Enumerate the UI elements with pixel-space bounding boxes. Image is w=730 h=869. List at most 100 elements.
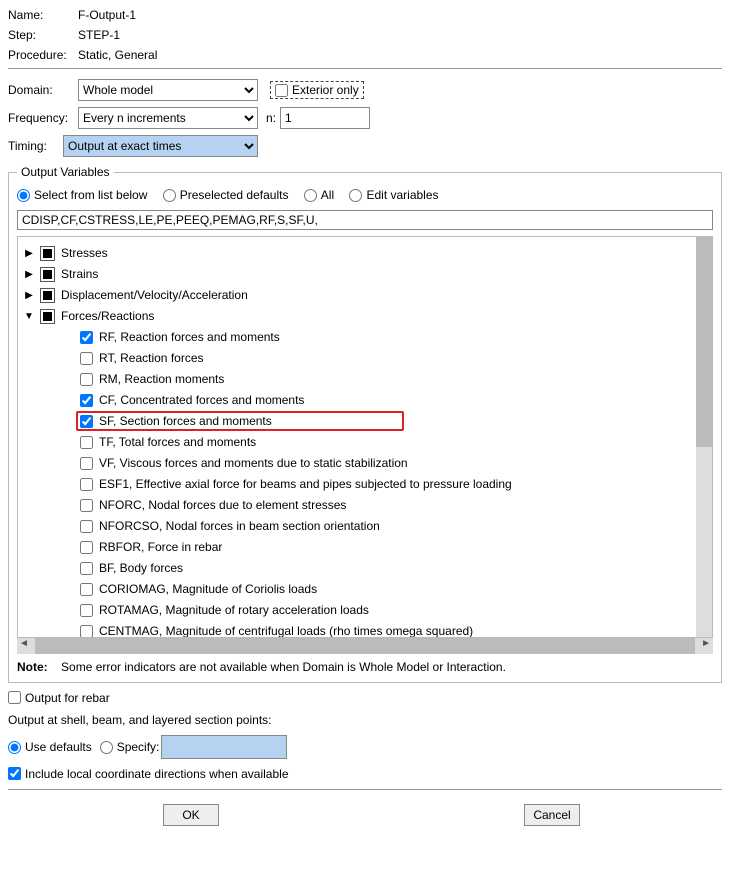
- tree-item-nforcso[interactable]: NFORCSO, Nodal forces in beam section or…: [22, 516, 692, 537]
- item-checkbox[interactable]: [80, 373, 93, 386]
- tree-item-rt[interactable]: RT, Reaction forces: [22, 348, 692, 369]
- tree-item-rotamag[interactable]: ROTAMAG, Magnitude of rotary acceleratio…: [22, 600, 692, 621]
- item-label: ROTAMAG, Magnitude of rotary acceleratio…: [99, 603, 369, 617]
- item-label: RM, Reaction moments: [99, 372, 224, 386]
- tree-label: Strains: [61, 267, 98, 281]
- tree-item-rm[interactable]: RM, Reaction moments: [22, 369, 692, 390]
- output-for-rebar-row[interactable]: Output for rebar: [8, 691, 722, 705]
- tree-stresses[interactable]: Stresses: [22, 243, 692, 264]
- tree-item-esf1[interactable]: ESF1, Effective axial force for beams an…: [22, 474, 692, 495]
- item-checkbox[interactable]: [80, 520, 93, 533]
- include-local-coord-row[interactable]: Include local coordinate directions when…: [8, 767, 722, 781]
- n-label: n:: [266, 111, 276, 125]
- note-row: Note: Some error indicators are not avai…: [17, 660, 713, 674]
- section-points-title: Output at shell, beam, and layered secti…: [8, 713, 722, 727]
- item-checkbox[interactable]: [80, 478, 93, 491]
- tree-item-cf[interactable]: CF, Concentrated forces and moments: [22, 390, 692, 411]
- tree-item-sf[interactable]: SF, Section forces and moments: [22, 411, 692, 432]
- item-label: RBFOR, Force in rebar: [99, 540, 222, 554]
- item-label: CENTMAG, Magnitude of centrifugal loads …: [99, 624, 473, 637]
- item-checkbox[interactable]: [80, 541, 93, 554]
- tree-item-vf[interactable]: VF, Viscous forces and moments due to st…: [22, 453, 692, 474]
- ok-button[interactable]: OK: [163, 804, 219, 826]
- tree-label: Stresses: [61, 246, 108, 260]
- note-label: Note:: [17, 660, 48, 674]
- tree-strains[interactable]: Strains: [22, 264, 692, 285]
- collapse-icon[interactable]: [22, 311, 36, 322]
- checkbox-indeterminate-icon[interactable]: [40, 309, 55, 324]
- item-label: RF, Reaction forces and moments: [99, 330, 280, 344]
- tree-item-rf[interactable]: RF, Reaction forces and moments: [22, 327, 692, 348]
- item-checkbox[interactable]: [80, 562, 93, 575]
- cancel-button[interactable]: Cancel: [524, 804, 580, 826]
- expand-icon[interactable]: [22, 248, 36, 259]
- checkbox-indeterminate-icon[interactable]: [40, 288, 55, 303]
- procedure-value: Static, General: [78, 48, 722, 62]
- tree-content[interactable]: Stresses Strains Displacement/Velocity/A…: [18, 237, 696, 637]
- output-variables-fieldset: Output Variables Select from list below …: [8, 165, 722, 683]
- tree-item-tf[interactable]: TF, Total forces and moments: [22, 432, 692, 453]
- expand-icon[interactable]: [22, 269, 36, 280]
- item-label: CF, Concentrated forces and moments: [99, 393, 304, 407]
- item-label: BF, Body forces: [99, 561, 183, 575]
- radio-edit[interactable]: Edit variables: [349, 188, 438, 202]
- tree-item-rbfor[interactable]: RBFOR, Force in rebar: [22, 537, 692, 558]
- expand-icon[interactable]: [22, 290, 36, 301]
- output-variables-legend: Output Variables: [17, 165, 114, 179]
- tree-item-nforc[interactable]: NFORC, Nodal forces due to element stres…: [22, 495, 692, 516]
- frequency-label: Frequency:: [8, 111, 78, 125]
- item-checkbox[interactable]: [80, 457, 93, 470]
- name-value: F-Output-1: [78, 8, 722, 22]
- item-checkbox[interactable]: [80, 415, 93, 428]
- specify-input[interactable]: [161, 735, 287, 759]
- exterior-only-checkbox[interactable]: [275, 84, 288, 97]
- button-row: OK Cancel: [8, 804, 722, 826]
- section-points-radios: Use defaults Specify:: [8, 735, 722, 759]
- tree-item-coriomag[interactable]: CORIOMAG, Magnitude of Coriolis loads: [22, 579, 692, 600]
- item-checkbox[interactable]: [80, 604, 93, 617]
- item-checkbox[interactable]: [80, 394, 93, 407]
- frequency-row: Frequency: Every n increments n:: [8, 107, 722, 129]
- item-checkbox[interactable]: [80, 625, 93, 637]
- radio-use-defaults[interactable]: Use defaults: [8, 740, 92, 754]
- radio-specify[interactable]: Specify:: [100, 740, 160, 754]
- divider-bottom: [8, 789, 722, 790]
- item-checkbox[interactable]: [80, 583, 93, 596]
- item-label: RT, Reaction forces: [99, 351, 204, 365]
- variables-string-input[interactable]: [17, 210, 713, 230]
- checkbox-indeterminate-icon[interactable]: [40, 246, 55, 261]
- timing-dropdown[interactable]: Output at exact times: [63, 135, 258, 157]
- tree-forces[interactable]: Forces/Reactions: [22, 306, 692, 327]
- item-label: ESF1, Effective axial force for beams an…: [99, 477, 512, 491]
- output-for-rebar-checkbox[interactable]: [8, 691, 21, 704]
- domain-label: Domain:: [8, 83, 78, 97]
- checkbox-indeterminate-icon[interactable]: [40, 267, 55, 282]
- note-text: Some error indicators are not available …: [61, 660, 506, 674]
- step-value: STEP-1: [78, 28, 722, 42]
- item-checkbox[interactable]: [80, 331, 93, 344]
- n-input[interactable]: [280, 107, 370, 129]
- include-local-coord-checkbox[interactable]: [8, 767, 21, 780]
- item-label: SF, Section forces and moments: [99, 414, 272, 428]
- tree-label: Displacement/Velocity/Acceleration: [61, 288, 248, 302]
- radio-select-from-list[interactable]: Select from list below: [17, 188, 147, 202]
- radio-all[interactable]: All: [304, 188, 334, 202]
- domain-dropdown[interactable]: Whole model: [78, 79, 258, 101]
- tree-label: Forces/Reactions: [61, 309, 154, 323]
- exterior-only-box[interactable]: Exterior only: [270, 81, 364, 99]
- include-local-coord-label: Include local coordinate directions when…: [25, 767, 289, 781]
- horizontal-scrollbar[interactable]: [17, 638, 713, 654]
- tree-wrapper: Stresses Strains Displacement/Velocity/A…: [17, 236, 713, 654]
- tree-item-bf[interactable]: BF, Body forces: [22, 558, 692, 579]
- procedure-label: Procedure:: [8, 48, 78, 62]
- item-checkbox[interactable]: [80, 352, 93, 365]
- tree-item-centmag[interactable]: CENTMAG, Magnitude of centrifugal loads …: [22, 621, 692, 637]
- item-label: CORIOMAG, Magnitude of Coriolis loads: [99, 582, 317, 596]
- domain-row: Domain: Whole model Exterior only: [8, 79, 722, 101]
- frequency-dropdown[interactable]: Every n increments: [78, 107, 258, 129]
- vertical-scrollbar[interactable]: [696, 237, 712, 637]
- tree-displacement[interactable]: Displacement/Velocity/Acceleration: [22, 285, 692, 306]
- radio-preselected[interactable]: Preselected defaults: [163, 188, 289, 202]
- item-checkbox[interactable]: [80, 499, 93, 512]
- item-checkbox[interactable]: [80, 436, 93, 449]
